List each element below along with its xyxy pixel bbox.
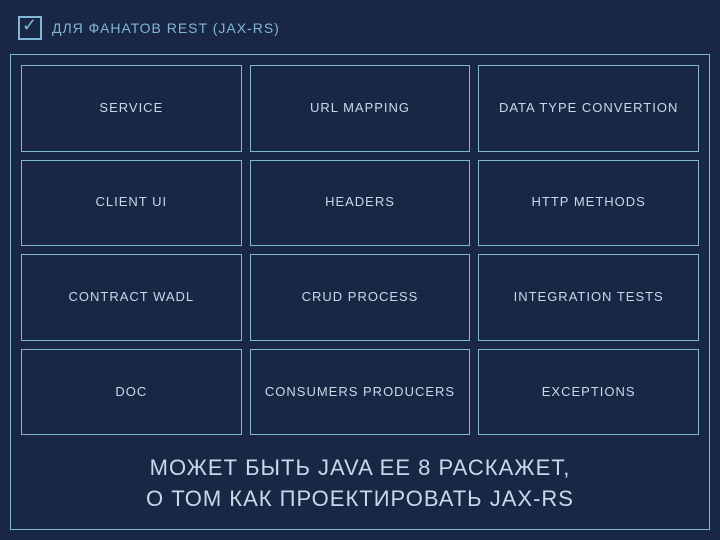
grid-cell-service[interactable]: SERVICE [21,65,242,152]
footer-text: МОЖЕТ БЫТЬ JAVA EE 8 РАСКАЖЕТ, О ТОМ КАК… [21,443,699,519]
header-title: ДЛЯ ФАНАТОВ REST (JAX-RS) [52,20,280,36]
grid-cell-label-consumers-producers: CONSUMERS PRODUCERS [265,384,455,401]
grid-cell-label-integration-tests: INTEGRATION TESTS [514,289,664,306]
grid-cell-label-exceptions: EXCEPTIONS [542,384,636,401]
grid-cell-label-headers: HEADERS [325,194,395,211]
grid-cell-label-http-methods: HTTP METHODS [532,194,646,211]
grid-cell-headers[interactable]: HEADERS [250,160,471,247]
grid-cell-label-client-ui: CLIENT UI [96,194,168,211]
grid-cell-http-methods[interactable]: HTTP METHODS [478,160,699,247]
grid-cell-exceptions[interactable]: EXCEPTIONS [478,349,699,436]
grid-cell-label-doc: DOC [115,384,147,401]
grid-cell-url-mapping[interactable]: URL MAPPING [250,65,471,152]
grid-cell-label-url-mapping: URL MAPPING [310,100,410,117]
grid-cell-crud-process[interactable]: CRUD PROCESS [250,254,471,341]
grid-cell-label-service: SERVICE [99,100,163,117]
footer-line1: МОЖЕТ БЫТЬ JAVA EE 8 РАСКАЖЕТ, [21,453,699,484]
header: ДЛЯ ФАНАТОВ REST (JAX-RS) [10,10,710,46]
footer-line2: О ТОМ КАК ПРОЕКТИРОВАТЬ JAX-RS [21,484,699,515]
grid-section: SERVICE URL MAPPING DATA TYPE CONVERTION CL… [21,65,699,435]
grid-cell-label-crud-process: CRUD PROCESS [302,289,419,306]
app-container: ДЛЯ ФАНАТОВ REST (JAX-RS) SERVICE URL MAP… [0,0,720,540]
grid-cell-doc[interactable]: DOC [21,349,242,436]
grid-cell-label-data-type-convertion: DATA TYPE CONVERTION [499,100,678,117]
checkbox-icon [18,16,42,40]
main-panel: SERVICE URL MAPPING DATA TYPE CONVERTION CL… [10,54,710,530]
grid-cell-label-contract-wadl: CONTRACT WADL [68,289,194,306]
grid-cell-integration-tests[interactable]: INTEGRATION TESTS [478,254,699,341]
grid-cell-contract-wadl[interactable]: CONTRACT WADL [21,254,242,341]
grid-cell-consumers-producers[interactable]: CONSUMERS PRODUCERS [250,349,471,436]
grid-cell-data-type-convertion[interactable]: DATA TYPE CONVERTION [478,65,699,152]
grid-cell-client-ui[interactable]: CLIENT UI [21,160,242,247]
